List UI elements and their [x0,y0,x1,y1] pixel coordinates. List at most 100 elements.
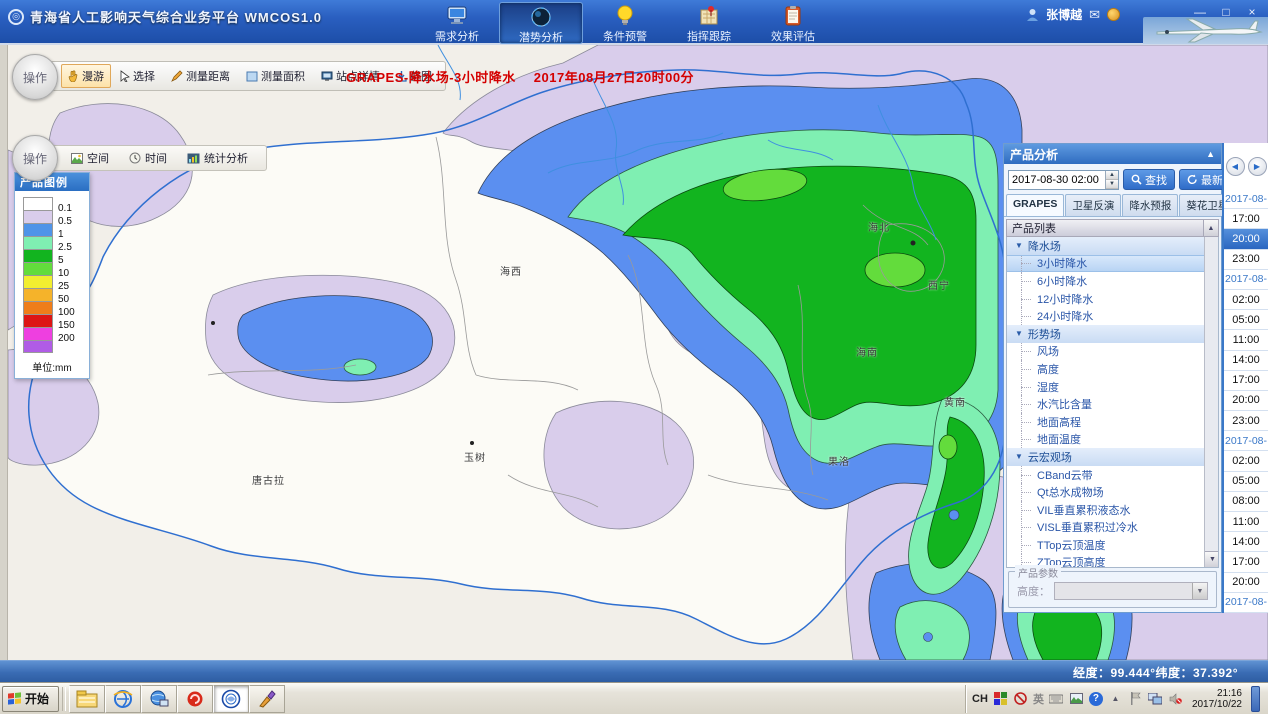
nav-condition-warning[interactable]: 条件预警 [583,2,667,44]
taskbar-red-app-button[interactable] [177,685,213,713]
item-surface-elevation[interactable]: 地面高程 [1007,413,1218,431]
nav-effect-evaluation[interactable]: 效果评估 [751,2,835,44]
time-row[interactable]: 14:00 [1224,351,1268,371]
time-row-date[interactable]: 2017-08- [1224,270,1268,290]
tab-time[interactable]: 时间 [121,147,175,169]
area-square-icon [246,70,258,82]
item-vapor-ratio[interactable]: 水汽比含量 [1007,395,1218,413]
user-name[interactable]: 张博越 [1046,6,1082,23]
tray-monitor-icon[interactable] [1148,691,1163,706]
time-row[interactable]: 20:00 [1224,391,1268,411]
taskbar-ie-button[interactable] [105,685,141,713]
search-button[interactable]: 查找 [1123,169,1175,190]
time-row[interactable]: 17:00 [1224,552,1268,572]
group-cloud-macro-field[interactable]: ▼云宏观场 [1007,448,1218,466]
select-tool-button[interactable]: 选择 [113,64,162,88]
product-list-scrollbar[interactable]: ▼ [1204,237,1218,567]
start-button[interactable]: 开始 [2,686,59,712]
time-row-date[interactable]: 2017-08- [1224,189,1268,209]
nav-potential-analysis[interactable]: 潜势分析 [499,2,583,44]
tab-precip-forecast[interactable]: 降水预报 [1122,194,1178,216]
bar-chart-icon [187,153,200,164]
taskbar-explorer-button[interactable] [69,685,105,713]
left-edge-strip [0,45,8,660]
time-row[interactable]: 05:00 [1224,310,1268,330]
height-param-select[interactable]: ▼ [1054,582,1208,600]
item-12h-precip[interactable]: 12小时降水 [1007,290,1218,308]
prev-time-button[interactable]: ◀ [1226,157,1245,176]
group-synoptic-field[interactable]: ▼形势场 [1007,325,1218,343]
group-precipitation-field[interactable]: ▼降水场 [1007,237,1218,255]
item-qt-hydrometeor[interactable]: Qt总水成物场 [1007,483,1218,501]
item-visl[interactable]: VISL垂直累积过冷水 [1007,519,1218,537]
map-action-button[interactable]: 操作 [12,54,58,100]
datetime-input[interactable] [1009,171,1105,189]
item-humidity[interactable]: 湿度 [1007,378,1218,396]
time-row[interactable]: 17:00 [1224,371,1268,391]
taskbar-paint-button[interactable] [249,685,285,713]
clock-date: 2017/10/22 [1192,699,1242,710]
legend-swatch [23,249,53,262]
nav-label: 效果评估 [771,28,815,44]
coin-icon[interactable] [1107,8,1120,21]
tab-grapes[interactable]: GRAPES [1006,194,1064,216]
tray-mute-icon[interactable] [1168,691,1183,706]
time-row[interactable]: 05:00 [1224,472,1268,492]
taskbar-wmcos-button[interactable] [213,685,249,713]
item-24h-precip[interactable]: 24小时降水 [1007,307,1218,325]
item-height[interactable]: 高度 [1007,360,1218,378]
time-row[interactable]: 11:00 [1224,512,1268,532]
tray-language-indicator[interactable]: CH [972,693,988,705]
tab-statistics[interactable]: 统计分析 [179,147,256,169]
time-row-date[interactable]: 2017-08- [1224,431,1268,451]
time-row[interactable]: 23:00 [1224,250,1268,270]
scroll-down-icon[interactable]: ▼ [1205,551,1219,567]
show-desktop-button[interactable] [1251,686,1260,712]
tray-keyboard-icon[interactable] [1049,691,1064,706]
time-row-date[interactable]: 2017-08- [1224,593,1268,613]
time-row[interactable]: 11:00 [1224,330,1268,350]
item-wind-field[interactable]: 风场 [1007,343,1218,361]
clipboard-icon [781,5,805,27]
pan-tool-button[interactable]: 漫游 [61,64,111,88]
clock-icon [129,152,141,164]
application-window: ◎ 青海省人工影响天气综合业务平台 WMCOS1.0 需求分析 潜势分析 条 [0,0,1268,714]
measure-area-button[interactable]: 测量面积 [239,64,312,88]
time-row[interactable]: 02:00 [1224,451,1268,471]
next-time-button[interactable]: ▶ [1248,157,1267,176]
tab-space[interactable]: 空间 [63,147,117,169]
analysis-action-button[interactable]: 操作 [12,135,58,181]
nav-demand-analysis[interactable]: 需求分析 [415,2,499,44]
mail-icon[interactable]: ✉ [1089,7,1100,23]
tab-satellite-retrieval[interactable]: 卫星反演 [1065,194,1121,216]
tray-grid-icon[interactable] [993,691,1008,706]
time-row[interactable]: 08:00 [1224,492,1268,512]
legend-swatch [23,301,53,314]
scroll-up-icon[interactable]: ▲ [1203,220,1218,236]
measure-distance-button[interactable]: 测量距离 [164,64,237,88]
item-cband-cloud[interactable]: CBand云带 [1007,466,1218,484]
time-row-selected[interactable]: 20:00 [1224,229,1268,249]
tray-expand-icon[interactable]: ▲ [1108,691,1123,706]
tray-clock[interactable]: 21:16 2017/10/22 [1188,688,1246,710]
ie-icon [113,689,133,709]
item-3h-precip[interactable]: 3小时降水 [1007,255,1218,273]
item-6h-precip[interactable]: 6小时降水 [1007,272,1218,290]
datetime-spinner[interactable]: ▲▼ [1105,171,1118,189]
item-surface-temperature[interactable]: 地面温度 [1007,431,1218,449]
time-row[interactable]: 23:00 [1224,411,1268,431]
tray-lang2-indicator[interactable]: 英 [1033,691,1044,707]
collapse-panel-icon[interactable]: ▲ [1206,149,1215,159]
time-row[interactable]: 14:00 [1224,532,1268,552]
taskbar-network-globe-button[interactable] [141,685,177,713]
tray-flag-icon[interactable] [1128,691,1143,706]
time-row[interactable]: 17:00 [1224,209,1268,229]
time-row[interactable]: 02:00 [1224,290,1268,310]
tray-picture-icon[interactable] [1069,691,1084,706]
item-ttop[interactable]: TTop云顶温度 [1007,536,1218,554]
time-row[interactable]: 20:00 [1224,573,1268,593]
item-vil[interactable]: VIL垂直累积液态水 [1007,501,1218,519]
nav-command-tracking[interactable]: 指挥跟踪 [667,2,751,44]
tray-block-icon[interactable] [1013,691,1028,706]
tray-help-icon[interactable]: ? [1089,692,1103,706]
